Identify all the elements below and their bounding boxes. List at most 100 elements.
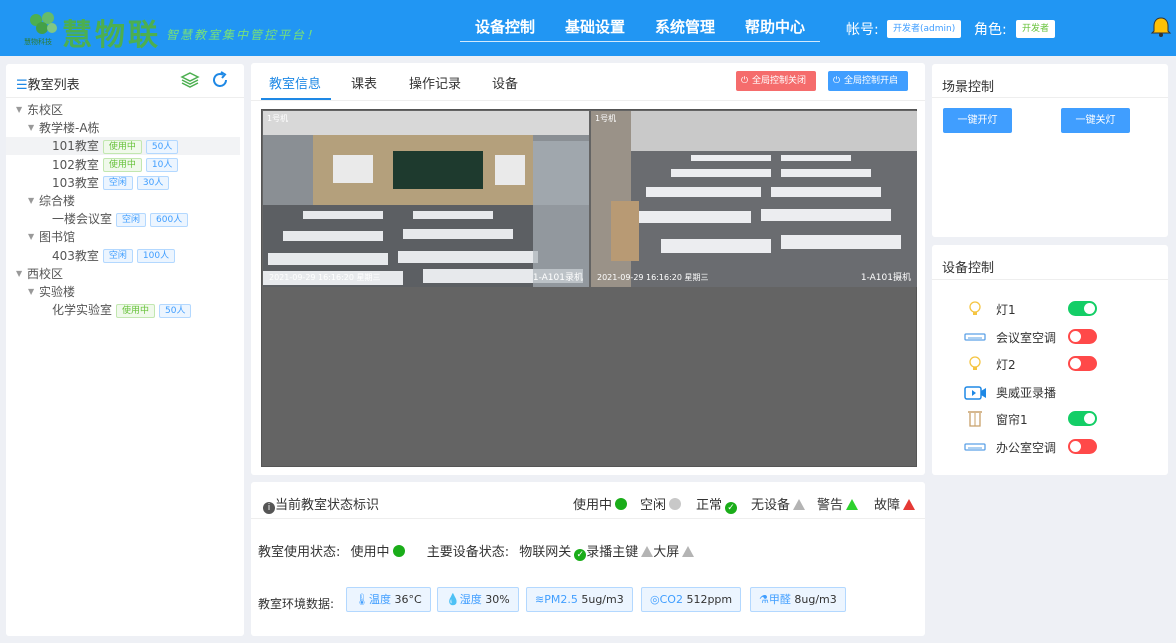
camera-feed-1[interactable]: 1号机 2021-09-29 16:16:20 星期三 1-A101录机 (263, 111, 589, 287)
env-value: 512ppm (686, 593, 733, 606)
classroom-camera-image (591, 111, 917, 287)
usage-label: 教室使用状态: (258, 545, 341, 560)
tree-node[interactable]: 403教室 空闲 100人 (6, 247, 240, 265)
caret-down-icon[interactable]: ▼ (16, 265, 22, 283)
tree-node[interactable]: 101教室 使用中 50人 (6, 137, 240, 156)
toggle-knob (1070, 358, 1081, 369)
info-icon: i (263, 502, 275, 514)
toggle-knob (1070, 330, 1081, 342)
tab-schedule[interactable]: 课表 (351, 73, 377, 92)
top-nav: 设备控制 基础设置 系统管理 帮助中心 (460, 16, 820, 42)
device-toggle[interactable] (1068, 301, 1097, 316)
tab-devices[interactable]: 设备 (492, 73, 518, 92)
warning-triangle-icon (903, 499, 916, 510)
tree-node-label: 教学楼-A栋 (39, 121, 100, 136)
logo-clover-icon: 慧物科技 (24, 12, 57, 46)
tree-node[interactable]: ▼ 西校区 (6, 265, 240, 283)
co2-icon: ◎ (650, 593, 660, 606)
layers-icon[interactable] (180, 70, 200, 90)
scene-control-title: 场景控制 (942, 80, 995, 95)
caret-down-icon[interactable]: ▼ (28, 283, 34, 301)
tab-classroom-info[interactable]: 教室信息 (269, 73, 321, 92)
nav-help-center[interactable]: 帮助中心 (745, 16, 805, 37)
nav-basic-settings[interactable]: 基础设置 (565, 16, 625, 37)
device-toggle[interactable] (1068, 438, 1097, 454)
divider (932, 279, 1168, 280)
aircon-icon (962, 328, 988, 346)
device-toggle[interactable] (1068, 411, 1097, 426)
legend-label: 使用中 (573, 498, 613, 513)
all-lights-off-button[interactable]: 一键关灯 (1061, 108, 1130, 133)
account-badge: 开发者(admin) (887, 20, 962, 38)
classroom-info-panel: 教室信息 课表 操作记录 设备 ⏻ 全局控制关闭 ⏻ 全局控制开启 1号机 20… (251, 63, 925, 475)
tree-node-label: 403教室 (52, 248, 99, 263)
device-gateway: 物联网关 (519, 545, 572, 560)
check-icon: ✓ (574, 549, 587, 561)
device-label: 奥威亚录播 (996, 385, 1057, 400)
env-key: 温度 (368, 593, 391, 606)
tree-node[interactable]: ▼ 实验楼 (6, 283, 240, 301)
global-open-label: 全局控制开启 (844, 76, 899, 86)
video-grid: 1号机 2021-09-29 16:16:20 星期三 1-A101录机 1号机 (261, 109, 917, 467)
status-badge: 空闲 (102, 249, 133, 264)
refresh-icon[interactable] (210, 70, 230, 90)
legend-label: 无设备 (751, 498, 791, 513)
device-row: 窗帘1 (962, 408, 1142, 430)
brand-slogan: 智慧教室集中管控平台！ (166, 28, 321, 42)
device-row: 奥威亚录播 (962, 381, 1142, 403)
divider (6, 97, 244, 98)
tree-node-label: 一楼会议室 (52, 212, 113, 227)
tree-node[interactable]: ▼ 东校区 (6, 101, 240, 119)
legend-label: 正常 (696, 498, 723, 513)
tree-node-label: 综合楼 (39, 194, 76, 208)
tree-node-label: 102教室 (52, 157, 99, 172)
caret-down-icon[interactable]: ▼ (28, 119, 34, 137)
nav-device-control[interactable]: 设备控制 (475, 16, 535, 37)
curtain-icon (962, 410, 988, 428)
tree-node[interactable]: 化学实验室 使用中 50人 (6, 301, 240, 319)
status-dot-icon (615, 498, 628, 510)
tree-node[interactable]: ▼ 综合楼 (6, 192, 240, 210)
tree-node[interactable]: 一楼会议室 空闲 600人 (6, 210, 240, 228)
nav-system-management[interactable]: 系统管理 (655, 16, 715, 37)
warning-triangle-icon (793, 499, 806, 510)
device-row: 办公室空调 (962, 436, 1142, 458)
global-close-button[interactable]: ⏻ 全局控制关闭 (736, 71, 817, 91)
status-badge: 使用中 (102, 139, 142, 154)
capacity-badge: 50人 (159, 303, 192, 318)
tab-operation-log[interactable]: 操作记录 (409, 73, 461, 92)
thermometer-icon: 🌡 (355, 593, 369, 606)
formaldehyde-icon: ⚗ (759, 593, 769, 606)
bulb-icon (962, 300, 988, 318)
status-title-row: i 当前教室状态标识 (263, 494, 379, 514)
divider (932, 97, 1168, 98)
status-badge: 空闲 (116, 212, 147, 227)
tree-node[interactable]: ▼ 图书馆 (6, 228, 240, 246)
caret-down-icon[interactable]: ▼ (28, 192, 34, 210)
tree-node[interactable]: ▼ 教学楼-A栋 (6, 119, 240, 137)
global-open-button[interactable]: ⏻ 全局控制开启 (828, 71, 909, 91)
caret-down-icon[interactable]: ▼ (16, 101, 22, 119)
classroom-list-panel: ☰教室列表 ▼ 东校区 ▼ 教学楼-A栋 101教室 使用中 50人 102教室 使用中 10人 1… (6, 64, 244, 636)
toggle-knob (1070, 440, 1081, 452)
status-badge: 使用中 (102, 158, 142, 173)
device-label: 灯2 (996, 358, 1016, 372)
device-toggle[interactable] (1068, 328, 1097, 344)
tree-node-label: 实验楼 (39, 285, 76, 299)
device-toggle[interactable] (1068, 356, 1097, 371)
capacity-badge: 30人 (136, 176, 170, 191)
device-row: 会议室空调 (962, 326, 1142, 348)
caret-down-icon[interactable]: ▼ (28, 228, 34, 246)
scene-control-panel: 场景控制 一键开灯 一键关灯 (932, 64, 1168, 237)
pm25-icon: ≋ (535, 593, 545, 606)
env-key: 湿度 (459, 593, 482, 606)
divider (251, 100, 925, 101)
status-badge: 使用中 (116, 303, 156, 318)
all-lights-on-button[interactable]: 一键开灯 (943, 108, 1012, 133)
legend-item: 空闲 (640, 494, 682, 513)
role-badge: 开发者 (1016, 20, 1056, 38)
bell-icon[interactable] (1150, 16, 1172, 38)
tree-node[interactable]: 102教室 使用中 10人 (6, 156, 240, 174)
tree-node[interactable]: 103教室 空闲 30人 (6, 174, 240, 192)
camera-feed-2[interactable]: 1号机 2021-09-29 16:16:20 星期三 1-A101摄机 (591, 111, 917, 287)
